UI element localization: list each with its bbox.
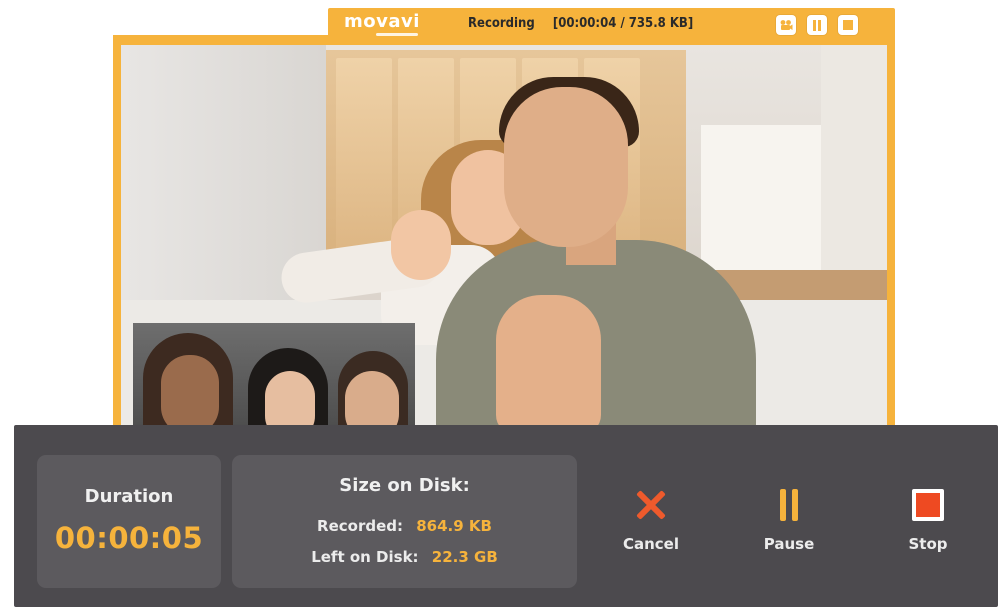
recorder-toolbar: movavi Recording [00:00:04 / 735.8 KB] bbox=[328, 8, 895, 41]
duration-value: 00:00:05 bbox=[54, 521, 204, 555]
pause-button[interactable]: Pause bbox=[744, 485, 834, 553]
size-on-disk-card: Size on Disk: Recorded: 864.9 KB Left on… bbox=[232, 455, 577, 588]
video-preview bbox=[121, 45, 887, 433]
stop-label: Stop bbox=[908, 535, 948, 553]
stop-icon bbox=[843, 20, 853, 30]
pause-label: Pause bbox=[763, 535, 815, 553]
logo-swoosh bbox=[376, 33, 418, 36]
cancel-button[interactable]: Cancel bbox=[606, 485, 696, 553]
left-on-disk-value: 22.3 GB bbox=[431, 548, 498, 566]
toolbar-stop-button[interactable] bbox=[838, 15, 858, 35]
status-info: [00:00:04 / 735.8 KB] bbox=[552, 16, 694, 31]
movavi-logo: movavi bbox=[344, 11, 420, 32]
stop-button[interactable]: Stop bbox=[883, 485, 973, 553]
pause-icon bbox=[769, 485, 809, 525]
cancel-label: Cancel bbox=[622, 535, 679, 553]
toolbar-pause-button[interactable] bbox=[807, 15, 827, 35]
recorded-value: 864.9 KB bbox=[416, 517, 492, 535]
webcam-icon bbox=[780, 20, 793, 30]
status-label: Recording bbox=[468, 16, 535, 31]
duration-card: Duration 00:00:05 bbox=[37, 455, 221, 588]
left-on-disk-label: Left on Disk: bbox=[311, 548, 419, 566]
recording-control-panel: Duration 00:00:05 Size on Disk: Recorded… bbox=[14, 425, 998, 607]
left-on-disk-row: Left on Disk: 22.3 GB bbox=[232, 548, 577, 566]
duration-label: Duration bbox=[84, 486, 174, 507]
close-icon bbox=[631, 485, 671, 525]
recorded-label: Recorded: bbox=[317, 517, 403, 535]
pause-icon bbox=[813, 19, 821, 31]
recorded-row: Recorded: 864.9 KB bbox=[232, 517, 577, 535]
webcam-button[interactable] bbox=[776, 15, 796, 35]
recording-status: Recording [00:00:04 / 735.8 KB] bbox=[468, 16, 693, 31]
video-call-inset bbox=[133, 323, 415, 433]
size-on-disk-title: Size on Disk: bbox=[339, 475, 470, 496]
stop-icon bbox=[908, 485, 948, 525]
